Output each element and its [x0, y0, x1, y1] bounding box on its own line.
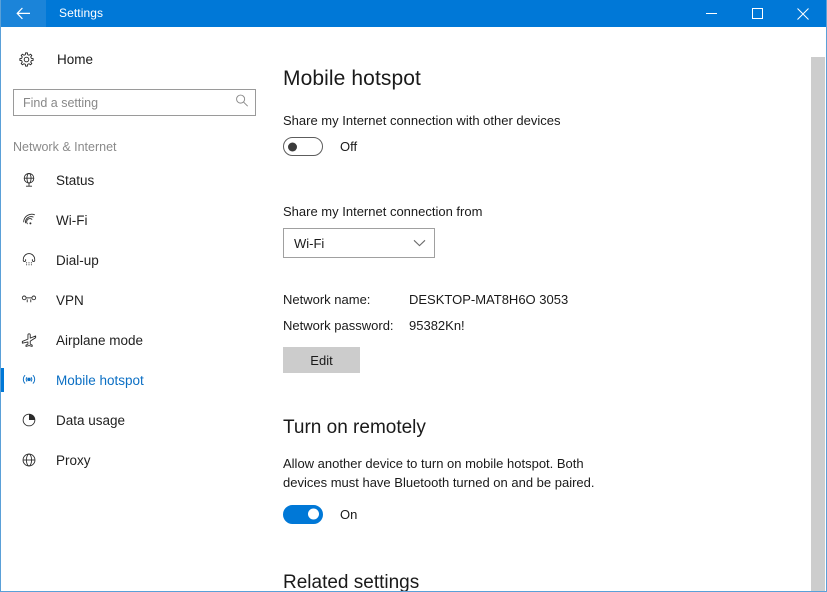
- network-password-row: Network password: 95382Kn!: [283, 318, 826, 333]
- sidebar-label-vpn: VPN: [56, 292, 84, 308]
- sidebar-nav-list: Status Wi-Fi Dial-up VPN Airplane mode M…: [1, 160, 273, 480]
- sidebar-item-dialup[interactable]: Dial-up: [1, 240, 273, 280]
- sidebar-label-status: Status: [56, 172, 95, 188]
- title-bar: Settings: [1, 0, 826, 27]
- window-title: Settings: [59, 6, 104, 20]
- sidebar: Home Network & Internet: [1, 27, 273, 591]
- minimize-button[interactable]: [688, 0, 734, 27]
- turn-on-remotely-toggle[interactable]: [283, 504, 323, 524]
- dialup-phone-icon: [18, 252, 40, 268]
- chevron-down-icon: [413, 239, 426, 247]
- gear-icon: [18, 51, 40, 68]
- wifi-icon: [18, 212, 40, 228]
- network-password-value: 95382Kn!: [409, 318, 465, 333]
- vertical-scrollbar[interactable]: [810, 54, 826, 591]
- sidebar-item-wifi[interactable]: Wi-Fi: [1, 200, 273, 240]
- network-password-key: Network password:: [283, 318, 394, 333]
- close-icon: [797, 7, 809, 20]
- airplane-icon: [18, 332, 40, 348]
- connection-source-value: Wi-Fi: [294, 235, 325, 251]
- toggle-knob: [288, 142, 297, 151]
- edit-button[interactable]: Edit: [283, 347, 360, 373]
- sidebar-item-data-usage[interactable]: Data usage: [1, 400, 273, 440]
- scrollbar-thumb[interactable]: [811, 57, 825, 591]
- connection-source-dropdown[interactable]: Wi-Fi: [283, 228, 435, 258]
- sidebar-item-mobile-hotspot[interactable]: Mobile hotspot: [1, 360, 273, 400]
- back-button[interactable]: [1, 0, 46, 27]
- network-name-value: DESKTOP-MAT8H6O 3053: [409, 292, 569, 307]
- turn-on-remotely-description: Allow another device to turn on mobile h…: [283, 456, 595, 490]
- share-connection-label: Share my Internet connection with other …: [283, 113, 561, 128]
- share-connection-toggle-row: Off: [283, 137, 826, 156]
- page-title: Mobile hotspot: [283, 67, 421, 90]
- window-content: Home Network & Internet: [1, 27, 826, 592]
- share-connection-toggle-state: Off: [340, 139, 358, 154]
- network-name-row: Network name: DESKTOP-MAT8H6O 3053: [283, 292, 826, 307]
- vpn-key-icon: [18, 292, 40, 308]
- search-container: [13, 89, 256, 116]
- maximize-button[interactable]: [734, 0, 780, 27]
- globe-icon: [18, 452, 40, 468]
- network-name-key: Network name:: [283, 292, 371, 307]
- settings-window: Settings Home Find a setting Network & I…: [0, 0, 827, 592]
- pie-chart-icon: [18, 412, 40, 428]
- maximize-icon: [751, 8, 763, 19]
- sidebar-label-mobile-hotspot: Mobile hotspot: [56, 372, 144, 388]
- related-settings-title: Related settings: [283, 571, 420, 592]
- sidebar-group-header: Network & Internet: [13, 140, 117, 154]
- search-input[interactable]: [13, 89, 256, 116]
- back-arrow-icon: [16, 7, 31, 20]
- sidebar-label-data-usage: Data usage: [56, 412, 126, 428]
- main-pane: Mobile hotspot Share my Internet connect…: [273, 27, 826, 592]
- sidebar-item-vpn[interactable]: VPN: [1, 280, 273, 320]
- sidebar-home-label: Home: [57, 51, 94, 67]
- turn-on-remotely-toggle-state: On: [340, 506, 358, 522]
- sidebar-item-proxy[interactable]: Proxy: [1, 440, 273, 480]
- sidebar-label-wifi: Wi-Fi: [56, 212, 88, 228]
- sidebar-label-dialup: Dial-up: [56, 252, 99, 268]
- hotspot-broadcast-icon: [18, 372, 40, 388]
- sidebar-item-home[interactable]: Home: [1, 42, 273, 76]
- sidebar-item-status[interactable]: Status: [1, 160, 273, 200]
- network-info-table: Network name: DESKTOP-MAT8H6O 3053 Netwo…: [283, 292, 826, 333]
- globe-status-icon: [18, 172, 40, 188]
- sidebar-label-proxy: Proxy: [56, 452, 91, 468]
- sidebar-label-airplane-mode: Airplane mode: [56, 332, 144, 348]
- turn-on-remotely-title: Turn on remotely: [283, 417, 426, 438]
- minimize-icon: [705, 8, 717, 19]
- sidebar-item-airplane-mode[interactable]: Airplane mode: [1, 320, 273, 360]
- turn-on-remotely-toggle-row: On: [283, 504, 826, 524]
- close-button[interactable]: [780, 0, 826, 27]
- connection-source-label: Share my Internet connection from: [283, 204, 483, 219]
- toggle-knob: [308, 508, 319, 520]
- window-controls: [688, 0, 826, 27]
- share-connection-toggle[interactable]: [283, 137, 323, 156]
